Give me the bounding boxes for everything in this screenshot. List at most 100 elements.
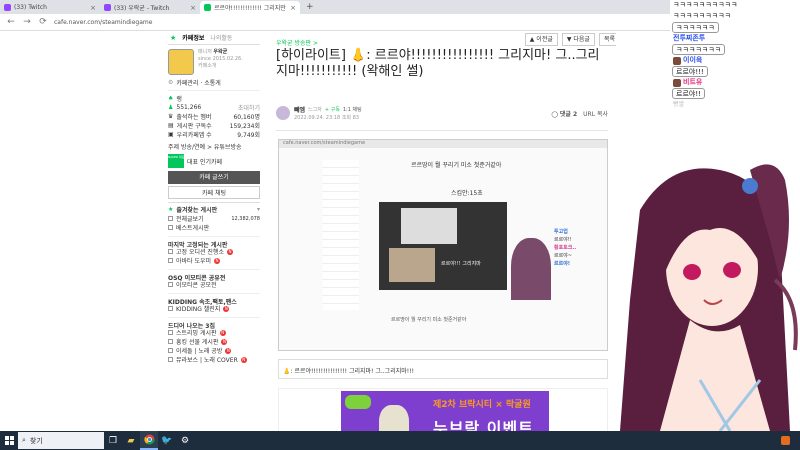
cafe-intro-link[interactable]: 카페소개 xyxy=(198,63,243,70)
file-explorer-icon[interactable]: ▰ xyxy=(122,431,140,450)
chevron-down-icon[interactable]: ▾ xyxy=(257,206,260,213)
stat-value: 159,234회 xyxy=(229,123,260,130)
star-icon: ★ xyxy=(168,206,174,213)
video-frame xyxy=(401,208,457,244)
embedded-address-bar: cafe.naver.com/steamindiegame xyxy=(279,140,607,148)
event-banner[interactable]: 제2차 브락시티 × 락굴원 누브락 이벤트 xyxy=(278,388,608,431)
embedded-video[interactable]: 르르야!!! 그리지마 xyxy=(379,202,507,290)
new-badge-icon: N xyxy=(214,257,221,264)
stat-row: ♛ 출석하는 멤버 60,160명 xyxy=(168,112,260,121)
chat-line: 르르야!! xyxy=(554,237,572,243)
url-field[interactable]: cafe.naver.com/steamindiegame xyxy=(54,19,664,26)
post-datetime: 2022.09.24. 23:18 xyxy=(294,115,341,121)
one-to-one-chat-button[interactable]: 1:1 채팅 xyxy=(343,106,362,113)
sidebar-item[interactable]: 뮤라보스 | 노래 COVER N xyxy=(168,355,260,364)
sidebar-item-all-posts[interactable]: 전체글보기 12,382,078 xyxy=(168,214,260,223)
username-text: 비트유 xyxy=(683,78,703,86)
sidebar-item[interactable]: KIDDING 챌린지 N xyxy=(168,304,260,313)
sidebar-item[interactable]: 아바타 도우미 N xyxy=(168,256,260,265)
cafe-logo-icon xyxy=(168,49,194,75)
post-count: 12,382,078 xyxy=(231,215,260,222)
close-icon[interactable]: × xyxy=(190,4,196,12)
board-icon xyxy=(168,258,173,263)
favorites-header[interactable]: ★ 즐겨찾는 게시판 ▾ xyxy=(168,202,260,214)
level-row: ♠ 랭 xyxy=(168,94,260,103)
comment-link[interactable]: ◯ 댓글 2 xyxy=(551,109,577,118)
board-link[interactable]: 우왁굳 방송판 > xyxy=(276,38,318,47)
chat-line: 투고업 xyxy=(554,229,568,235)
twitter-icon[interactable]: 🐦 xyxy=(158,431,176,450)
members-icon: ♟ xyxy=(168,104,174,111)
level-icon: ♠ xyxy=(168,95,174,102)
username-text: 이이육 xyxy=(683,56,703,64)
manager-name[interactable]: 우왁굳 xyxy=(213,49,227,55)
search-placeholder: 찾기 xyxy=(29,436,43,445)
close-icon[interactable]: × xyxy=(290,4,296,12)
list-button[interactable]: 목록 xyxy=(598,33,616,46)
sidebar-item[interactable]: 이모티콘 공모전 xyxy=(168,280,260,289)
cafe-manage-link[interactable]: ⚙ 카페관리 · 소통게 xyxy=(168,78,260,87)
cafe-chat-button[interactable]: 카페 채팅 xyxy=(168,186,260,199)
back-icon[interactable]: ← xyxy=(6,17,16,27)
chrome-icon[interactable] xyxy=(140,431,158,450)
forward-icon[interactable]: → xyxy=(22,17,32,27)
author-name[interactable]: 빼엠 xyxy=(294,105,305,114)
chat-bubble: ㅋㅋㅋㅋㅋㅋㅋ xyxy=(672,44,726,55)
banner-line2: 누브락 이벤트 xyxy=(433,419,534,431)
sidebar-item-best[interactable]: 베스트게시판 xyxy=(168,223,260,232)
windows-icon xyxy=(4,436,14,445)
board-icon: ▤ xyxy=(168,122,174,129)
start-button[interactable] xyxy=(0,431,18,450)
favorites-title: 즐겨찾는 게시판 xyxy=(176,207,218,214)
chat-line: 르르야~ xyxy=(554,253,572,259)
browser-tab-1[interactable]: (33) Twitch × xyxy=(0,1,100,14)
board-icon xyxy=(168,330,173,335)
sidebar-item[interactable]: 고정 오디션 진행소 N xyxy=(168,247,260,256)
author-block: 빼엠 느그자 + 구독 1:1 채팅 2022.09.24. 23:18 조회 … xyxy=(276,105,362,121)
prev-post-button[interactable]: ▲ 이전글 xyxy=(524,33,558,46)
new-tab-button[interactable]: + xyxy=(300,2,320,14)
task-view-icon[interactable]: ❐ xyxy=(104,431,122,450)
stat-label: 출석하는 멤버 xyxy=(176,114,212,121)
manager-block: 매니저 우왁굳 since 2015.02.26. 카페소개 xyxy=(168,49,260,75)
banner-image: 제2차 브락시티 × 락굴원 누브락 이벤트 xyxy=(341,391,549,431)
rank-row: NAVER 대표카페 대표 인기카페 xyxy=(168,153,260,169)
url-copy-button[interactable]: URL 복사 xyxy=(583,109,608,118)
chat-username: 비트유 xyxy=(670,77,800,88)
browser-tab-2[interactable]: (33) 우락균 - Twitch × xyxy=(100,1,200,14)
embedded-post-title: 르르땅이 뭘 꾸리기 미소 첫준거같아 xyxy=(411,162,502,169)
new-badge-icon: N xyxy=(225,347,232,354)
reload-icon[interactable]: ⟳ xyxy=(38,17,48,27)
address-bar: ← → ⟳ cafe.naver.com/steamindiegame xyxy=(0,14,670,31)
tab-my-activity[interactable]: 나의활동 xyxy=(210,33,232,42)
invite-link[interactable]: 초대하기 xyxy=(238,103,260,112)
stat-row: ▤ 게시판 구독수 159,234회 xyxy=(168,121,260,130)
subscribe-button[interactable]: + 구독 xyxy=(325,106,340,113)
taskbar-search[interactable]: ⌕ 찾기 xyxy=(18,432,104,449)
sidebar-item[interactable]: 이세돌 | 노래 공방 N xyxy=(168,346,260,355)
steam-icon[interactable]: ⚙ xyxy=(176,431,194,450)
avatar[interactable] xyxy=(276,106,290,120)
member-count: 551,266 xyxy=(176,104,202,111)
vtuber-avatar-image xyxy=(620,164,798,431)
chat-message: ㅋㅋㅋㅋㅋㅋㅋㅋㅋㅋ xyxy=(673,1,738,9)
manager-label: 매니저 xyxy=(198,49,212,55)
next-post-button[interactable]: ▼ 다음글 xyxy=(561,33,595,46)
board-icon xyxy=(168,216,173,221)
tab-cafe-info[interactable]: 카페정보 xyxy=(182,33,204,42)
item-label: 스트리밍 게시판 xyxy=(176,330,217,337)
cafe-sidebar: ★ 카페정보 나의활동 매니저 우왁굳 since 2015.02.26. 카페… xyxy=(168,31,260,431)
tray-notification-icon[interactable] xyxy=(770,431,800,450)
sidebar-tabs: ★ 카페정보 나의활동 xyxy=(168,31,260,45)
user-badge-icon xyxy=(673,56,681,65)
mascot-image xyxy=(379,405,409,431)
browser-tab-3[interactable]: 르르야!!!!!!!!!!!!! 그리지만 × xyxy=(200,1,300,14)
board-icon xyxy=(168,225,173,230)
item-label: 고정 오디션 진행소 xyxy=(176,249,224,256)
sidebar-item[interactable]: 흥킹 선물 게시판 N xyxy=(168,337,260,346)
new-badge-icon: N xyxy=(223,305,230,312)
write-post-button[interactable]: 카페 글쓰기 xyxy=(168,171,260,184)
sidebar-item[interactable]: 스트리밍 게시판 N xyxy=(168,328,260,337)
close-icon[interactable]: × xyxy=(90,4,96,12)
app-icon: ▣ xyxy=(168,131,174,138)
